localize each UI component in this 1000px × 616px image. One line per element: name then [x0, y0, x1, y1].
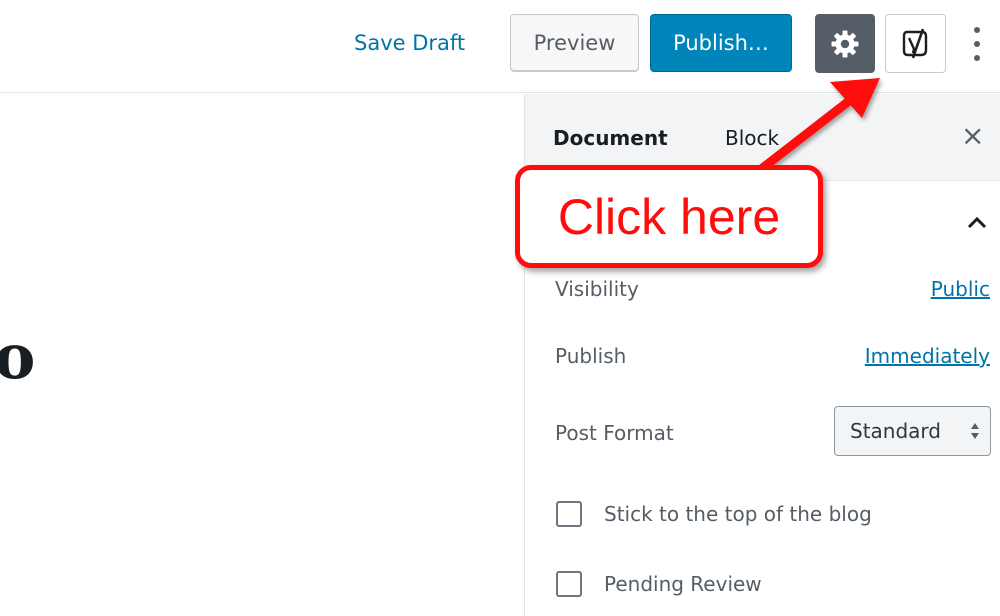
post-title-fragment[interactable]: o: [0, 326, 35, 388]
visibility-link[interactable]: Public: [931, 277, 990, 301]
preview-button[interactable]: Preview: [510, 14, 639, 72]
gear-icon: [831, 30, 859, 57]
pending-review-checkbox[interactable]: [556, 571, 582, 597]
yoast-icon: [902, 28, 927, 58]
callout-text: Click here: [557, 188, 781, 245]
more-vertical-icon-dot: [974, 41, 980, 47]
tab-document[interactable]: Document: [553, 126, 668, 150]
select-arrows-icon: [971, 423, 979, 439]
more-vertical-icon-dot: [974, 55, 980, 61]
visibility-label: Visibility: [555, 277, 639, 301]
editor-canvas[interactable]: o: [0, 94, 524, 616]
pending-review-label[interactable]: Pending Review: [604, 572, 762, 596]
post-format-value: Standard: [850, 419, 941, 443]
publish-label: Publish: [555, 344, 627, 368]
save-draft-button[interactable]: Save Draft: [354, 31, 465, 55]
more-vertical-icon-dot: [974, 27, 980, 33]
click-here-callout: Click here: [515, 165, 823, 268]
publish-date-link[interactable]: Immediately: [865, 344, 990, 368]
close-icon[interactable]: ×: [961, 122, 984, 150]
sticky-label[interactable]: Stick to the top of the blog: [604, 502, 872, 526]
post-format-label: Post Format: [555, 421, 674, 445]
arrow-annotation-icon: [755, 78, 880, 175]
chevron-up-icon[interactable]: [965, 214, 989, 230]
sticky-checkbox[interactable]: [556, 501, 582, 527]
post-format-select[interactable]: Standard: [834, 406, 991, 456]
more-options-button[interactable]: [962, 24, 992, 64]
